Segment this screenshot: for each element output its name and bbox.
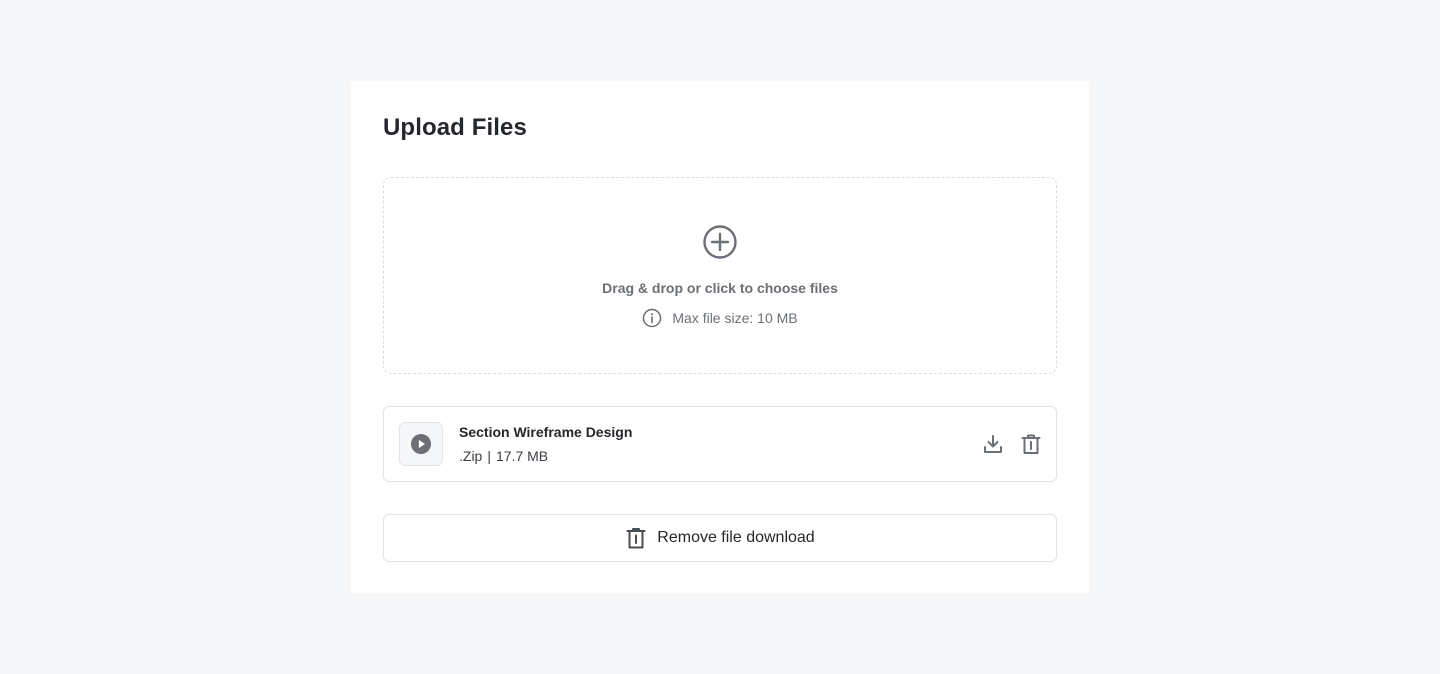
upload-card: Upload Files Drag & drop or click to cho… (351, 81, 1089, 593)
file-extension: .Zip (459, 448, 483, 464)
remove-button-label: Remove file download (657, 529, 815, 546)
file-meta-separator: | (487, 448, 491, 464)
file-meta: .Zip | 17.7 MB (459, 448, 548, 464)
remove-file-download-button[interactable]: Remove file download (383, 514, 1057, 562)
trash-icon (626, 528, 646, 549)
download-button[interactable] (982, 433, 1004, 455)
file-list-item: Section Wireframe Design .Zip | 17.7 MB (383, 406, 1057, 482)
max-file-size-text: Max file size: 10 MB (672, 310, 798, 326)
download-icon (984, 435, 1002, 453)
card-title: Upload Files (383, 114, 527, 141)
dropzone-hint: Max file size: 10 MB (384, 308, 1056, 328)
dropzone-instruction: Drag & drop or click to choose files (602, 280, 838, 296)
file-dropzone[interactable]: Drag & drop or click to choose files Max… (383, 177, 1057, 374)
delete-file-button[interactable] (1020, 433, 1042, 455)
file-thumbnail (399, 422, 443, 466)
plus-circle-icon (703, 225, 737, 259)
info-icon (643, 308, 662, 328)
play-circle-icon (411, 434, 431, 454)
file-name: Section Wireframe Design (459, 424, 633, 440)
file-size: 17.7 MB (495, 448, 549, 464)
file-actions (982, 433, 1042, 455)
trash-icon (1021, 434, 1041, 454)
